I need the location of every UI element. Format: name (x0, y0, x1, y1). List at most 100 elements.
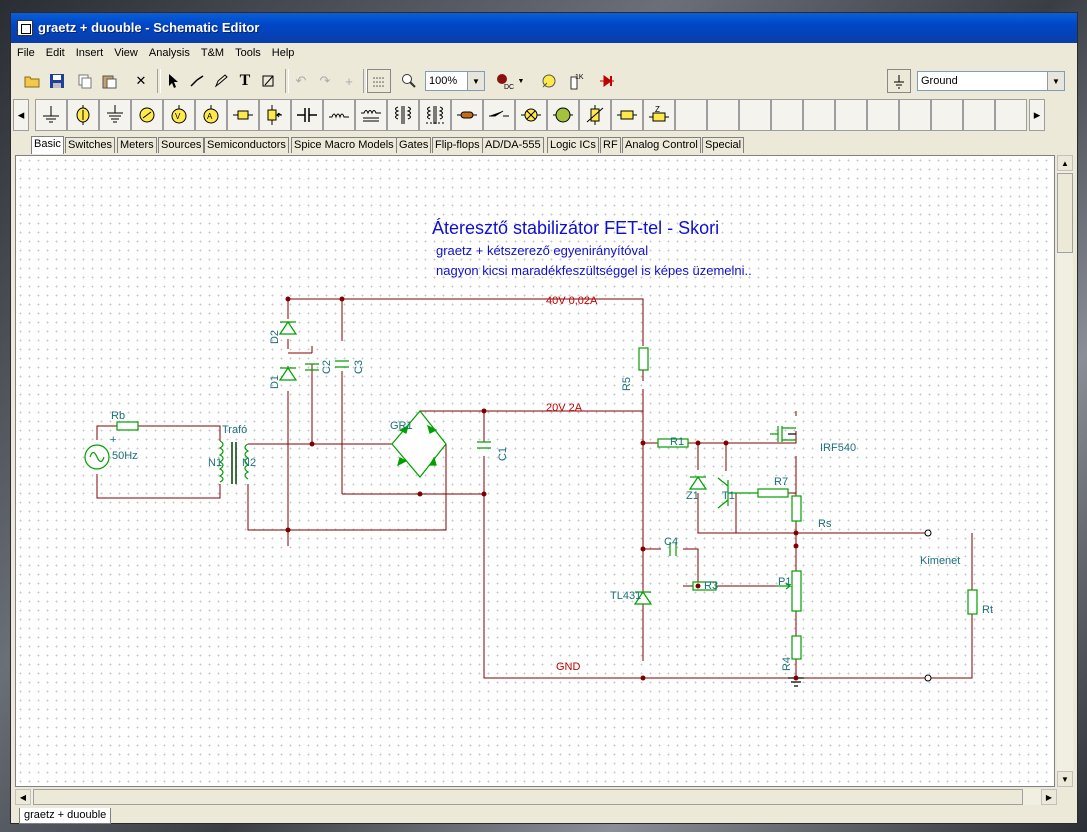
label-t1: T1 (722, 490, 735, 502)
dc-analysis-icon[interactable]: DC (493, 69, 517, 93)
label-r3: R3 (704, 580, 719, 592)
empty-slot[interactable] (739, 99, 771, 131)
tab-gates[interactable]: Gates (396, 137, 432, 153)
ground-component-icon[interactable] (887, 69, 911, 93)
resistor-icon[interactable] (227, 99, 259, 131)
palette-scroll-right-icon[interactable]: ▸ (1029, 99, 1045, 131)
junction-icon[interactable]: + (337, 69, 361, 93)
horizontal-scroll-thumb[interactable] (33, 789, 1023, 805)
label-d1: D1 (269, 374, 282, 390)
inductor-icon[interactable] (323, 99, 355, 131)
chevron-down-icon[interactable]: ▼ (515, 69, 527, 93)
tab-meters[interactable]: Meters (117, 137, 157, 153)
grid-toggle-icon[interactable] (367, 69, 391, 93)
battery-icon[interactable] (67, 99, 99, 131)
empty-slot[interactable] (675, 99, 707, 131)
voltmeter-icon[interactable] (131, 99, 163, 131)
vertical-scrollbar[interactable]: ▲ ▼ (1057, 155, 1073, 787)
palette-scroll-left-icon[interactable]: ◂ (13, 99, 29, 131)
tab-ad-da-555[interactable]: AD/DA-555 (482, 137, 544, 153)
window-title: graetz + duouble - Schematic Editor (38, 20, 260, 35)
tab-basic[interactable]: Basic (31, 136, 64, 154)
tab-sources[interactable]: Sources (158, 137, 205, 153)
empty-slot[interactable] (963, 99, 995, 131)
tab-rf[interactable]: RF (600, 137, 621, 153)
potentiometer-icon[interactable] (259, 99, 291, 131)
component-select[interactable]: Ground ▼ (917, 71, 1065, 91)
menu-insert[interactable]: Insert (70, 44, 109, 59)
diode-tool-icon[interactable] (595, 69, 619, 93)
ammeter-icon[interactable]: A (195, 99, 227, 131)
menu-edit[interactable]: Edit (40, 44, 70, 59)
tab-logic-ics[interactable]: Logic ICs (547, 137, 599, 153)
tab-analog-control[interactable]: Analog Control (622, 137, 701, 153)
ground-icon[interactable] (35, 99, 67, 131)
label-gr1: GR1 (390, 420, 413, 432)
zoom-select[interactable]: 100% ▼ (425, 71, 485, 91)
multi-ground-icon[interactable] (99, 99, 131, 131)
horizontal-scrollbar[interactable]: ◀ ▶ (15, 789, 1057, 805)
schematic-title: Áteresztő stabilizátor FET-tel - Skori (432, 218, 720, 238)
menu-tm[interactable]: T&M (195, 44, 229, 59)
save-icon[interactable] (45, 69, 69, 93)
probe-icon[interactable] (537, 69, 561, 93)
label-c3: C3 (353, 359, 366, 375)
empty-slot[interactable] (867, 99, 899, 131)
motor-icon[interactable] (547, 99, 579, 131)
empty-slot[interactable] (835, 99, 867, 131)
ohmmeter-icon[interactable]: V (163, 99, 195, 131)
tab-spice-macro-models[interactable]: Spice Macro Models (291, 137, 397, 153)
redo-icon[interactable]: ↷ (313, 69, 337, 93)
transformer-icon[interactable] (387, 99, 419, 131)
delete-icon[interactable]: ✕ (129, 69, 153, 93)
variable-resistor-icon[interactable] (579, 99, 611, 131)
pencil-icon[interactable] (209, 69, 233, 93)
select-pointer-icon[interactable] (161, 69, 185, 93)
diagram-tool-icon[interactable] (257, 69, 281, 93)
tab-semiconductors[interactable]: Semiconductors (204, 137, 289, 153)
resistor-value-icon[interactable]: 1K (563, 69, 587, 93)
empty-slot[interactable] (803, 99, 835, 131)
tab-switches[interactable]: Switches (65, 137, 116, 153)
tab-special[interactable]: Special (702, 137, 745, 153)
menu-view[interactable]: View (108, 44, 143, 59)
impedance-icon[interactable]: Z (643, 99, 675, 131)
zoom-icon[interactable] (397, 69, 421, 93)
title-bar[interactable]: graetz + duouble - Schematic Editor (11, 13, 1077, 43)
empty-slot[interactable] (771, 99, 803, 131)
scroll-up-icon[interactable]: ▲ (1057, 155, 1073, 171)
menu-bar: File Edit Insert View Analysis T&M Tools Help (11, 44, 1077, 64)
fuse-icon[interactable] (451, 99, 483, 131)
paste-icon[interactable] (97, 69, 121, 93)
open-icon[interactable] (21, 69, 45, 93)
empty-slot[interactable] (931, 99, 963, 131)
scroll-left-icon[interactable]: ◀ (15, 789, 31, 805)
capacitor-icon[interactable] (291, 99, 323, 131)
text-tool-icon[interactable]: T (233, 69, 257, 93)
copy-icon[interactable] (73, 69, 97, 93)
lamp-icon[interactable] (515, 99, 547, 131)
document-tab[interactable]: graetz + duouble (19, 808, 112, 824)
menu-help[interactable]: Help (266, 44, 300, 59)
vertical-scroll-thumb[interactable] (1057, 173, 1073, 253)
label-r5: R5 (621, 376, 634, 392)
menu-file[interactable]: File (11, 44, 40, 59)
wire-tool-icon[interactable] (185, 69, 209, 93)
label-n2: N2 (242, 457, 257, 469)
scroll-down-icon[interactable]: ▼ (1057, 771, 1073, 787)
menu-tools[interactable]: Tools (229, 44, 266, 59)
transformer-tap-icon[interactable] (419, 99, 451, 131)
switch-icon[interactable] (483, 99, 515, 131)
empty-slot[interactable] (899, 99, 931, 131)
label-irf540: IRF540 (820, 442, 857, 454)
undo-icon[interactable]: ↶ (289, 69, 313, 93)
coupled-inductor-icon[interactable] (355, 99, 387, 131)
fixed-resistor-icon[interactable] (611, 99, 643, 131)
empty-slot[interactable] (995, 99, 1027, 131)
tab-flip-flops[interactable]: Flip-flops (432, 137, 483, 153)
scroll-right-icon[interactable]: ▶ (1041, 789, 1057, 805)
schematic-canvas[interactable]: Áteresztő stabilizátor FET-tel - Skori g… (15, 155, 1055, 787)
empty-slot[interactable] (707, 99, 739, 131)
menu-analysis[interactable]: Analysis (143, 44, 195, 59)
label-r1: R1 (670, 436, 685, 448)
